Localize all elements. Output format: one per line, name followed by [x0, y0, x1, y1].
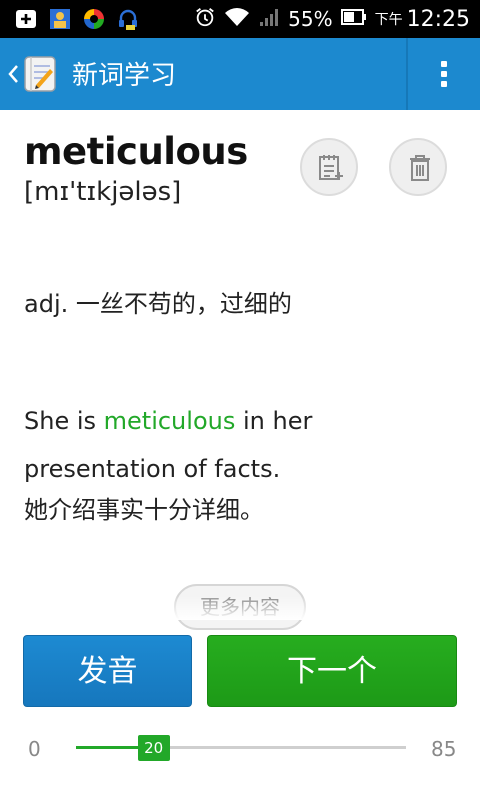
content-fade — [0, 596, 480, 620]
headset-icon — [116, 7, 140, 31]
trash-icon — [410, 155, 430, 181]
wifi-icon — [224, 6, 250, 33]
battery-icon — [340, 7, 367, 31]
overflow-menu-button[interactable] — [408, 38, 480, 110]
progress-min-label: 0 — [28, 737, 41, 761]
status-bar: 55% 下午 12:25 — [0, 0, 480, 38]
signal-icon — [258, 6, 280, 33]
alarm-icon — [194, 6, 216, 33]
word-phonetic: [mɪ'tɪkjələs] — [24, 177, 182, 207]
usb-icon — [14, 7, 38, 31]
clock-time: 12:25 — [406, 6, 470, 32]
next-word-button[interactable]: 下一个 — [207, 635, 457, 707]
notebook-app-icon — [24, 56, 56, 92]
page-title: 新词学习 — [72, 61, 177, 91]
notebook-add-icon — [319, 155, 343, 180]
app-header: 新词学习 — [0, 38, 480, 110]
progress-max-label: 85 — [431, 737, 457, 761]
add-to-notebook-button[interactable] — [300, 138, 358, 196]
chevron-left-icon — [8, 65, 18, 83]
pronounce-button[interactable]: 发音 — [23, 635, 192, 707]
back-button[interactable] — [0, 38, 70, 110]
word-definition: adj. 一丝不苟的，过细的 — [24, 290, 292, 318]
example-text-before: She is — [24, 407, 104, 435]
example-sentence: She is meticulous in her presentation of… — [24, 397, 464, 493]
app-status-icon — [82, 7, 106, 31]
example-highlight-word: meticulous — [103, 407, 236, 435]
delete-word-button[interactable] — [389, 138, 447, 196]
gallery-icon — [48, 7, 72, 31]
word-title: meticulous — [24, 130, 248, 173]
clock-ampm: 下午 — [374, 12, 403, 28]
battery-percent: 55% — [288, 7, 333, 31]
progress-thumb[interactable]: 20 — [137, 735, 170, 761]
example-translation: 她介绍事实十分详细。 — [24, 496, 264, 524]
progress-track[interactable] — [76, 746, 406, 749]
